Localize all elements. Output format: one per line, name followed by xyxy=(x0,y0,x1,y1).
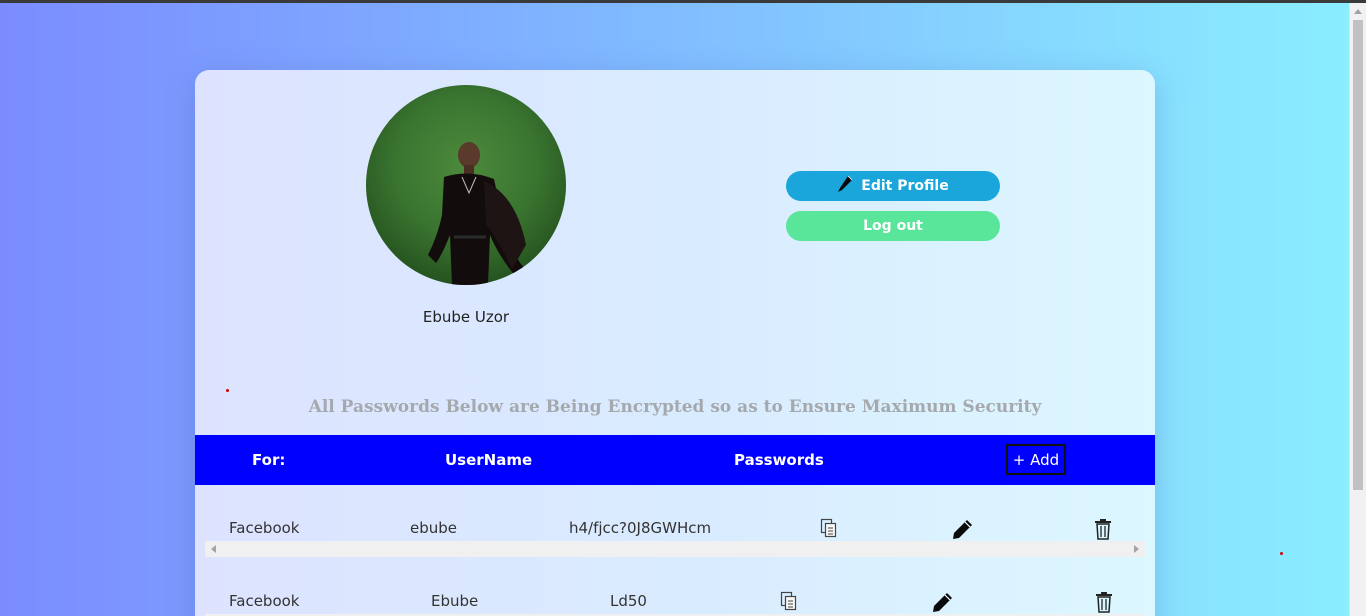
scroll-up-icon[interactable] xyxy=(1354,9,1362,14)
logout-button[interactable]: Log out xyxy=(786,211,1000,241)
profile-username: Ebube Uzor xyxy=(422,308,510,326)
profile-avatar xyxy=(366,85,566,285)
row-for: Facebook xyxy=(229,519,300,537)
copy-icon[interactable] xyxy=(820,518,838,542)
header-for: For: xyxy=(252,451,286,469)
pencil-icon xyxy=(837,175,853,197)
row-password: h4/fjcc?0J8GWHcm xyxy=(569,519,712,537)
edit-profile-label: Edit Profile xyxy=(861,178,949,194)
encryption-notice: All Passwords Below are Being Encrypted … xyxy=(308,397,1042,417)
table-row: Facebook Ebube Ld50 xyxy=(195,567,1155,616)
pencil-icon[interactable] xyxy=(932,591,954,616)
profile-card: Ebube Uzor Edit Profile Log out All Pass… xyxy=(195,70,1155,616)
header-passwords: Passwords xyxy=(734,451,824,469)
trash-icon[interactable] xyxy=(1095,591,1113,616)
row-username: Ebube xyxy=(431,592,479,610)
scroll-left-icon[interactable] xyxy=(211,545,216,553)
row-username: ebube xyxy=(410,519,458,537)
add-password-button[interactable]: + Add xyxy=(1006,444,1066,475)
page-scrollbar[interactable] xyxy=(1349,3,1366,616)
decorative-dot xyxy=(1280,552,1283,555)
scroll-right-icon[interactable] xyxy=(1134,545,1139,553)
row-horizontal-scrollbar[interactable] xyxy=(205,541,1145,557)
decorative-dot xyxy=(226,389,229,392)
header-username: UserName xyxy=(445,451,533,469)
browser-top-border xyxy=(0,0,1366,3)
edit-profile-button[interactable]: Edit Profile xyxy=(786,171,1000,201)
row-password: Ld50 xyxy=(610,592,647,610)
scrollbar-thumb[interactable] xyxy=(1353,20,1363,490)
logout-label: Log out xyxy=(863,218,923,234)
table-header: For: UserName Passwords + Add xyxy=(195,435,1155,485)
row-for: Facebook xyxy=(229,592,300,610)
copy-icon[interactable] xyxy=(780,591,798,615)
